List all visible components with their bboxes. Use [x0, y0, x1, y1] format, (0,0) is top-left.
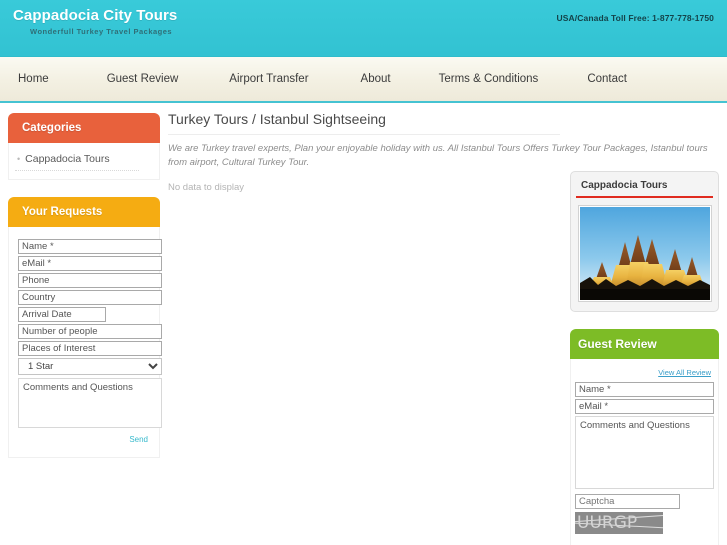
categories-panel: Categories • Cappadocia Tours	[8, 113, 160, 180]
right-sidebar: Cappadocia Tours Guest Review View All R…	[570, 171, 719, 545]
cappadocia-tours-widget-title: Cappadocia Tours	[576, 177, 713, 198]
nav-item-guest-review[interactable]: Guest Review	[107, 73, 179, 85]
nav-item-terms-conditions[interactable]: Terms & Conditions	[439, 73, 539, 85]
main-navigation: Home Guest Review Airport Transfer About…	[0, 57, 727, 103]
captcha-text: UURGP	[577, 513, 638, 533]
guest-review-title: Guest Review	[578, 337, 657, 351]
request-form: 1 Star Send	[15, 235, 162, 449]
request-number-of-people-input[interactable]	[18, 324, 162, 339]
category-link-cappadocia-tours[interactable]: Cappadocia Tours	[25, 153, 109, 165]
your-requests-panel-header: Your Requests	[8, 197, 160, 227]
brand[interactable]: Cappadocia City Tours Wonderfull Turkey …	[13, 7, 177, 36]
photo-canvas	[579, 207, 710, 300]
guest-review-header: Guest Review	[570, 329, 719, 359]
fairy-chimneys-illustration	[579, 235, 710, 300]
page-title: Turkey Tours / Istanbul Sightseeing	[168, 111, 560, 135]
site-header: Cappadocia City Tours Wonderfull Turkey …	[0, 0, 727, 57]
your-requests-panel-body: 1 Star Send	[8, 227, 162, 458]
request-send-button[interactable]: Send	[129, 435, 148, 444]
bullet-icon: •	[17, 154, 21, 164]
guest-review-widget: Guest Review View All Review UURGP Send	[570, 329, 719, 545]
nav-item-airport-transfer[interactable]: Airport Transfer	[229, 73, 308, 85]
brand-subtitle: Wonderfull Turkey Travel Packages	[30, 27, 173, 36]
page-body: Categories • Cappadocia Tours Your Reque…	[0, 103, 727, 545]
left-sidebar: Categories • Cappadocia Tours Your Reque…	[8, 113, 162, 458]
categories-list: • Cappadocia Tours	[15, 151, 153, 171]
request-country-input[interactable]	[18, 290, 162, 305]
review-email-input[interactable]	[575, 399, 714, 414]
nav-item-about[interactable]: About	[361, 73, 391, 85]
categories-panel-header: Categories	[8, 113, 160, 143]
request-places-of-interest-input[interactable]	[18, 341, 162, 356]
intro-text: We are Turkey travel experts, Plan your …	[168, 143, 708, 168]
your-requests-panel: Your Requests 1 Star Send	[8, 197, 162, 458]
categories-panel-body: • Cappadocia Tours	[8, 143, 160, 180]
cappadocia-tours-photo[interactable]	[577, 205, 712, 302]
your-requests-panel-title: Your Requests	[22, 206, 103, 218]
request-send-row: Send	[18, 428, 150, 447]
brand-title: Cappadocia City Tours	[13, 7, 178, 24]
view-all-review-link[interactable]: View All Review	[658, 368, 711, 377]
toll-free-phone: USA/Canada Toll Free: 1-877-778-1750	[556, 13, 714, 23]
review-captcha-input[interactable]	[575, 494, 680, 509]
request-star-rating-select[interactable]: 1 Star	[18, 358, 162, 375]
cappadocia-tours-widget: Cappadocia Tours	[570, 171, 719, 312]
nav-item-home[interactable]: Home	[18, 73, 49, 85]
nav-item-contact[interactable]: Contact	[587, 73, 627, 85]
empty-state-message: No data to display	[168, 182, 245, 193]
categories-panel-title: Categories	[22, 122, 82, 134]
request-arrival-date-input[interactable]	[18, 307, 106, 322]
request-phone-input[interactable]	[18, 273, 162, 288]
guest-review-body: View All Review UURGP Send	[570, 359, 719, 545]
review-comments-textarea[interactable]	[575, 416, 714, 489]
main-content: Turkey Tours / Istanbul Sightseeing We a…	[168, 111, 708, 193]
review-name-input[interactable]	[575, 382, 714, 397]
request-name-input[interactable]	[18, 239, 162, 254]
panel-spacer	[8, 180, 160, 197]
request-comments-textarea[interactable]	[18, 378, 162, 428]
view-all-review-row: View All Review	[575, 362, 714, 382]
captcha-image: UURGP	[575, 512, 663, 534]
list-item[interactable]: • Cappadocia Tours	[15, 151, 140, 171]
review-send-row: Send	[575, 534, 714, 545]
request-email-input[interactable]	[18, 256, 162, 271]
